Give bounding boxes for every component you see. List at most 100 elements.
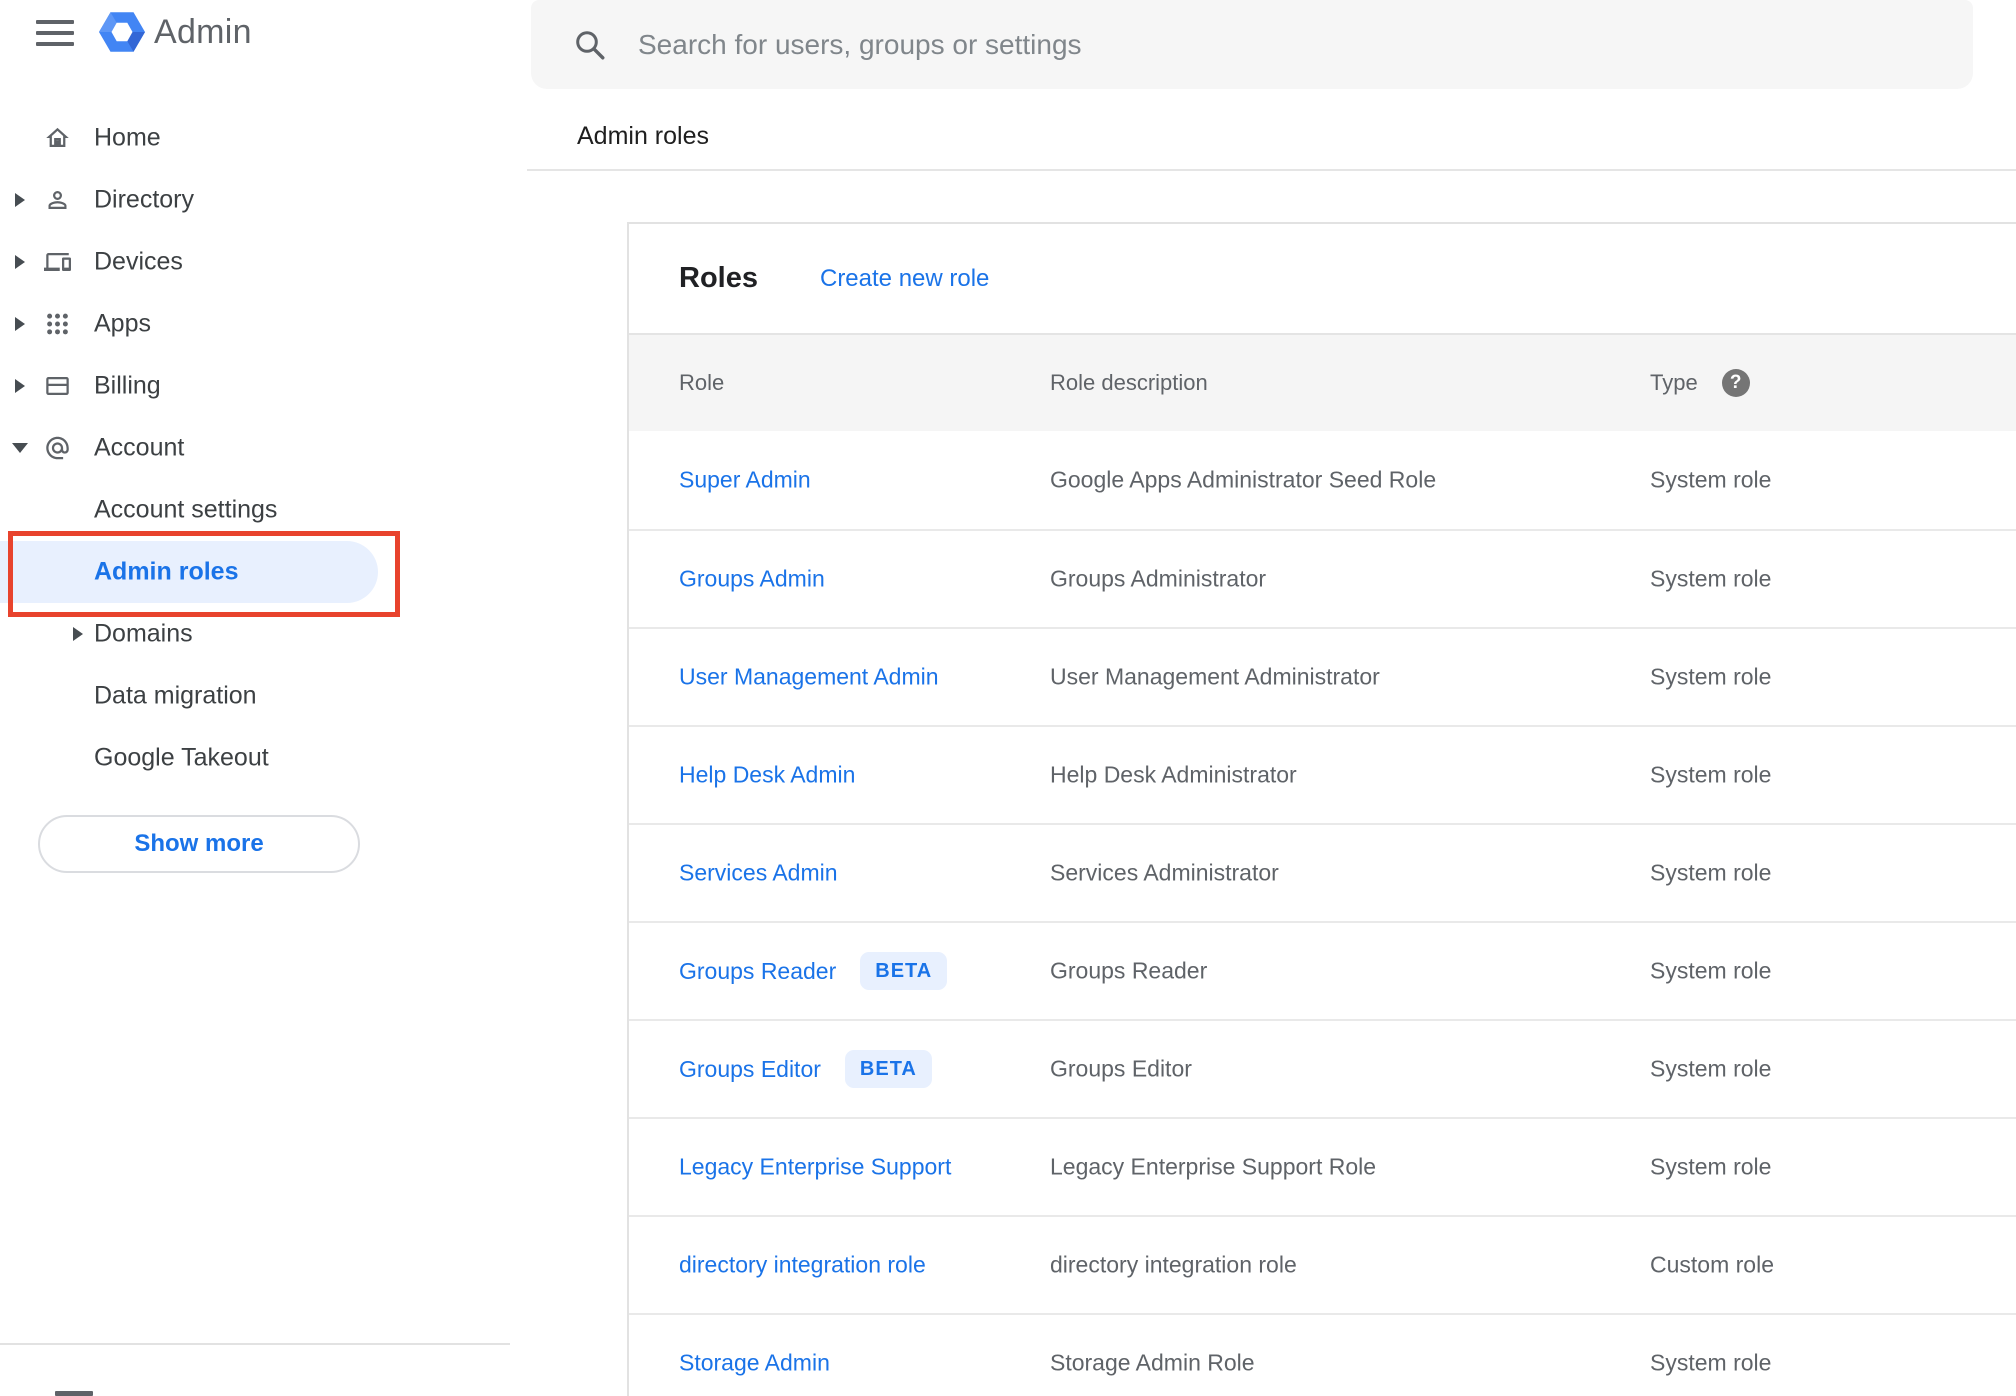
breadcrumb-divider	[527, 169, 2016, 171]
show-more-label: Show more	[134, 830, 264, 857]
admin-console-page: Admin Home Directory Devices Apps Billin…	[0, 0, 2016, 1396]
role-link[interactable]: Storage Admin	[679, 1350, 830, 1377]
sidebar-item-label: Account settings	[94, 495, 278, 524]
sidebar-item-label: Billing	[94, 371, 161, 400]
role-type: System role	[1650, 466, 1772, 493]
table-header-row: Role Role description Type ?	[629, 333, 2016, 431]
table-row: directory integration role directory int…	[629, 1215, 2016, 1313]
sidebar-item-google-takeout[interactable]: Google Takeout	[0, 727, 412, 789]
role-description: directory integration role	[1050, 1251, 1297, 1278]
sidebar-item-admin-roles[interactable]: Admin roles	[0, 541, 378, 603]
role-description: Google Apps Administrator Seed Role	[1050, 466, 1437, 493]
beta-badge: BETA	[844, 1050, 932, 1088]
chevron-down-icon	[12, 443, 28, 453]
role-description: Storage Admin Role	[1050, 1349, 1255, 1376]
sidebar-item-label: Home	[94, 123, 161, 152]
role-description: Groups Reader	[1050, 957, 1208, 984]
column-header-type: Type ?	[1650, 369, 1750, 397]
sidebar-item-label: Directory	[94, 185, 195, 214]
help-icon[interactable]: ?	[1721, 369, 1750, 397]
column-header-description: Role description	[1050, 370, 1208, 395]
role-description: Groups Administrator	[1050, 565, 1267, 592]
sidebar-bottom-divider	[0, 1343, 510, 1345]
sidebar-item-label: Account	[94, 433, 185, 462]
role-description: Groups Editor	[1050, 1055, 1192, 1082]
table-row: User Management Admin User Management Ad…	[629, 627, 2016, 725]
sidebar-nav: Home Directory Devices Apps Billing Acco…	[0, 107, 412, 789]
sidebar-item-label: Admin roles	[94, 557, 239, 586]
person-icon	[44, 187, 71, 214]
sidebar-item-apps[interactable]: Apps	[0, 293, 412, 355]
sidebar-item-devices[interactable]: Devices	[0, 231, 412, 293]
sidebar-item-label: Devices	[94, 247, 183, 276]
role-description: User Management Administrator	[1050, 663, 1380, 690]
role-link[interactable]: Groups Editor	[679, 1056, 821, 1083]
column-header-role: Role	[679, 370, 725, 395]
role-type: System role	[1650, 957, 1772, 984]
roles-panel: Roles Create new role Role Role descript…	[627, 222, 2016, 1396]
partial-bottom-icon	[55, 1391, 93, 1396]
role-link[interactable]: Groups Reader	[679, 958, 836, 985]
menu-icon[interactable]	[36, 18, 74, 48]
sidebar-item-directory[interactable]: Directory	[0, 169, 412, 231]
sidebar-item-account[interactable]: Account	[0, 417, 412, 479]
role-type: System role	[1650, 565, 1772, 592]
beta-badge: BETA	[860, 952, 948, 990]
role-type: System role	[1650, 859, 1772, 886]
table-row: Help Desk Admin Help Desk Administrator …	[629, 725, 2016, 823]
table-row: Groups Editor BETA Groups Editor System …	[629, 1019, 2016, 1117]
chevron-right-icon	[15, 317, 25, 331]
chevron-right-icon	[73, 627, 83, 641]
admin-logo-icon	[98, 8, 146, 56]
show-more-button[interactable]: Show more	[38, 815, 360, 873]
role-link[interactable]: User Management Admin	[679, 664, 939, 691]
chevron-right-icon	[15, 379, 25, 393]
search-input[interactable]	[636, 27, 1840, 62]
chevron-right-icon	[15, 193, 25, 207]
at-sign-icon	[44, 435, 71, 462]
role-type: System role	[1650, 761, 1772, 788]
table-row: Storage Admin Storage Admin Role System …	[629, 1313, 2016, 1396]
search-icon	[576, 30, 605, 59]
create-new-role-link[interactable]: Create new role	[820, 265, 989, 293]
role-link[interactable]: Legacy Enterprise Support	[679, 1154, 951, 1181]
sidebar-item-home[interactable]: Home	[0, 107, 412, 169]
role-link[interactable]: Groups Admin	[679, 566, 825, 593]
roles-panel-header: Roles Create new role	[629, 224, 2016, 333]
table-row: Super Admin Google Apps Administrator Se…	[629, 431, 2016, 529]
brand-title: Admin	[154, 13, 252, 51]
role-description: Help Desk Administrator	[1050, 761, 1297, 788]
sidebar-item-label: Data migration	[94, 681, 257, 710]
role-type: System role	[1650, 1055, 1772, 1082]
apps-icon	[44, 311, 71, 338]
role-type: System role	[1650, 1153, 1772, 1180]
role-type: System role	[1650, 1349, 1772, 1376]
role-link[interactable]: directory integration role	[679, 1252, 926, 1279]
sidebar-item-label: Domains	[94, 619, 193, 648]
devices-icon	[44, 249, 71, 276]
chevron-right-icon	[15, 255, 25, 269]
table-row: Groups Admin Groups Administrator System…	[629, 529, 2016, 627]
role-type: Custom role	[1650, 1251, 1774, 1278]
table-row: Groups Reader BETA Groups Reader System …	[629, 921, 2016, 1019]
sidebar: Admin Home Directory Devices Apps Billin…	[0, 0, 510, 1396]
role-link[interactable]: Help Desk Admin	[679, 762, 855, 789]
sidebar-item-account-settings[interactable]: Account settings	[0, 479, 412, 541]
table-row: Legacy Enterprise Support Legacy Enterpr…	[629, 1117, 2016, 1215]
role-description: Legacy Enterprise Support Role	[1050, 1153, 1377, 1180]
role-description: Services Administrator	[1050, 859, 1279, 886]
sidebar-item-billing[interactable]: Billing	[0, 355, 412, 417]
breadcrumb: Admin roles	[577, 122, 709, 150]
panel-title: Roles	[679, 262, 758, 294]
role-type: System role	[1650, 663, 1772, 690]
credit-card-icon	[44, 373, 71, 400]
role-link[interactable]: Services Admin	[679, 860, 838, 887]
sidebar-item-label: Apps	[94, 309, 151, 338]
sidebar-item-label: Google Takeout	[94, 743, 269, 772]
sidebar-item-domains[interactable]: Domains	[0, 603, 412, 665]
sidebar-item-data-migration[interactable]: Data migration	[0, 665, 412, 727]
roles-table-body: Super Admin Google Apps Administrator Se…	[629, 431, 2016, 1396]
search-bar[interactable]	[531, 0, 1973, 89]
home-icon	[44, 125, 71, 152]
role-link[interactable]: Super Admin	[679, 467, 811, 494]
